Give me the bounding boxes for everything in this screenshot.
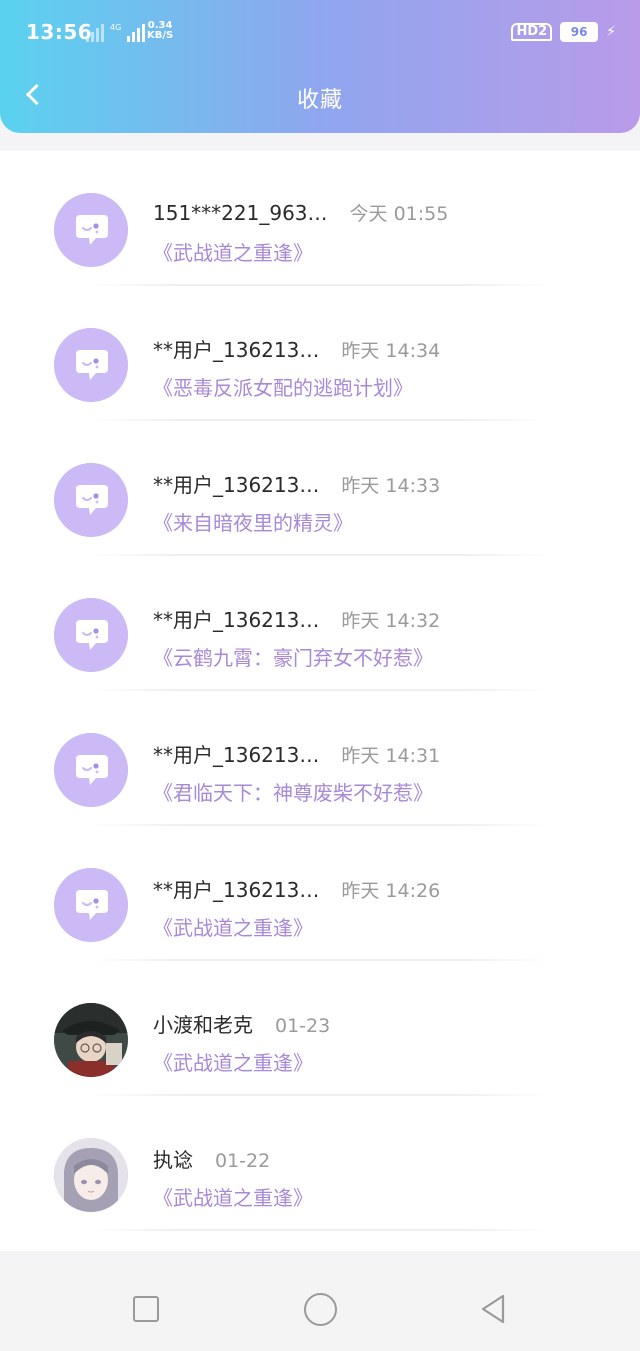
chat-bubble-icon [54, 193, 128, 267]
avatar[interactable] [54, 598, 128, 672]
favorite-item[interactable]: **用户_136213… 昨天 14:33 《来自暗夜里的精灵》 [0, 421, 640, 556]
chat-bubble-icon [54, 328, 128, 402]
favorite-item[interactable]: **用户_136213… 昨天 14:26 《武战道之重逢》 [0, 826, 640, 961]
timestamp: 今天 01:55 [349, 203, 449, 225]
timestamp: 昨天 14:34 [341, 340, 441, 362]
triangle-back-icon [481, 1294, 505, 1324]
book-title-link[interactable]: 《君临天下：神尊废柴不好惹》 [153, 777, 433, 806]
chat-bubble-icon [54, 733, 128, 807]
status-right: HD2 96 ⚡ [511, 22, 616, 42]
item-header: 151***221_963… 今天 01:55 [153, 199, 448, 226]
network-type-label: 4G [110, 23, 122, 32]
header: 13:56 4G 0.34 KB/S HD2 96 ⚡ 收藏 [0, 0, 640, 133]
charging-icon: ⚡ [606, 24, 616, 40]
user-photo-icon [54, 1138, 128, 1212]
item-header: 执谂 01-22 [153, 1144, 270, 1173]
user-name: 执谂 [153, 1148, 193, 1172]
status-bar: 13:56 4G 0.34 KB/S HD2 96 ⚡ [0, 0, 640, 46]
user-name: 小渡和老克 [153, 1013, 253, 1037]
book-title-link[interactable]: 《恶毒反派女配的逃跑计划》 [153, 372, 413, 401]
timestamp: 昨天 14:33 [341, 475, 441, 497]
user-name: **用户_136213… [153, 608, 320, 632]
book-title-link[interactable]: 《来自暗夜里的精灵》 [153, 507, 353, 536]
user-name: **用户_136213… [153, 473, 320, 497]
timestamp: 昨天 14:26 [341, 880, 441, 902]
signal-2-icon [127, 24, 146, 42]
avatar[interactable] [54, 733, 128, 807]
favorite-item[interactable]: **用户_136213… 昨天 14:32 《云鹤九霄：豪门弃女不好惹》 [0, 556, 640, 691]
favorite-item[interactable]: **用户_136213… 昨天 14:31 《君临天下：神尊废柴不好惹》 [0, 691, 640, 826]
book-title-link[interactable]: 《武战道之重逢》 [153, 1047, 313, 1076]
avatar[interactable] [54, 1003, 128, 1077]
chat-bubble-icon [54, 868, 128, 942]
recent-apps-button[interactable] [129, 1292, 163, 1326]
favorites-list: 151***221_963… 今天 01:55 《武战道之重逢》 **用户_13… [0, 151, 640, 1251]
book-title-link[interactable]: 《云鹤九霄：豪门弃女不好惹》 [153, 642, 433, 671]
item-header: 小渡和老克 01-23 [153, 1009, 330, 1038]
item-header: **用户_136213… 昨天 14:32 [153, 604, 440, 633]
home-button[interactable] [303, 1292, 337, 1326]
status-time: 13:56 [26, 20, 93, 44]
hd-icon: HD2 [511, 23, 553, 41]
timestamp: 01-22 [215, 1150, 271, 1172]
favorite-item[interactable]: 151***221_963… 今天 01:55 《武战道之重逢》 [0, 151, 640, 286]
user-name: **用户_136213… [153, 878, 320, 902]
signal-1-icon [86, 24, 104, 42]
circle-icon [304, 1293, 337, 1326]
timestamp: 昨天 14:31 [341, 745, 441, 767]
item-header: **用户_136213… 昨天 14:34 [153, 334, 440, 363]
avatar[interactable] [54, 1138, 128, 1212]
user-photo-icon [54, 1003, 128, 1077]
square-icon [133, 1296, 159, 1322]
avatar[interactable] [54, 193, 128, 267]
book-title-link[interactable]: 《武战道之重逢》 [153, 1182, 313, 1211]
avatar[interactable] [54, 868, 128, 942]
user-name: **用户_136213… [153, 338, 320, 362]
timestamp: 昨天 14:32 [341, 610, 441, 632]
battery-icon: 96 [560, 22, 599, 42]
divider [88, 1229, 552, 1231]
system-nav-bar [0, 1266, 640, 1351]
signal-icons: 4G [86, 20, 146, 42]
book-title-link[interactable]: 《武战道之重逢》 [153, 237, 313, 266]
favorite-item[interactable]: 执谂 01-22 《武战道之重逢》 [0, 1096, 640, 1231]
favorite-item[interactable]: 小渡和老克 01-23 《武战道之重逢》 [0, 961, 640, 1096]
chat-bubble-icon [54, 463, 128, 537]
book-title-link[interactable]: 《武战道之重逢》 [153, 912, 313, 941]
item-header: **用户_136213… 昨天 14:33 [153, 469, 440, 498]
page-title: 收藏 [296, 88, 343, 113]
item-header: **用户_136213… 昨天 14:26 [153, 874, 440, 903]
net-speed: 0.34 KB/S [147, 20, 174, 41]
user-name: **用户_136213… [153, 743, 320, 767]
item-header: **用户_136213… 昨天 14:31 [153, 739, 440, 768]
favorite-item[interactable]: **用户_136213… 昨天 14:34 《恶毒反派女配的逃跑计划》 [0, 286, 640, 421]
system-back-button[interactable] [476, 1292, 510, 1326]
chat-bubble-icon [54, 598, 128, 672]
nav-bar: 收藏 [0, 60, 640, 130]
avatar[interactable] [54, 463, 128, 537]
user-name: 151***221_963… [153, 201, 328, 225]
timestamp: 01-23 [275, 1015, 331, 1037]
avatar[interactable] [54, 328, 128, 402]
